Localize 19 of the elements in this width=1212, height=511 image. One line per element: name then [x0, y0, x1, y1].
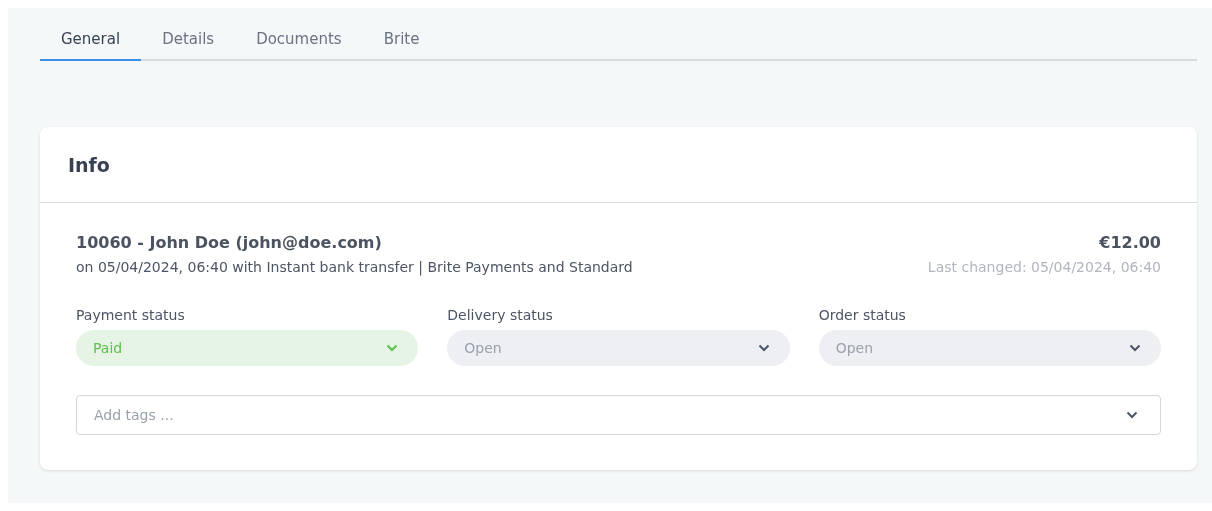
status-dropdown[interactable]: Open — [818, 330, 1161, 366]
card-title: Info — [68, 153, 110, 176]
field-label: Delivery status — [447, 307, 554, 323]
tab[interactable]: General — [40, 26, 142, 61]
chevron-down-icon — [386, 344, 399, 352]
tags-field[interactable]: Add tags ... — [76, 395, 1161, 435]
order-amount: €12.00 — [1098, 233, 1161, 252]
chevron-down-icon — [757, 344, 770, 352]
field-label: Payment status — [76, 307, 186, 323]
last-changed-text: Last changed: 05/04/2024, 06:40 — [927, 259, 1161, 275]
order-title: 10060 - John Doe (john@doe.com) — [76, 233, 383, 252]
status-dropdown[interactable]: Open — [447, 330, 790, 366]
tab[interactable]: Details — [141, 26, 236, 61]
order-subtitle: on 05/04/2024, 06:40 with Instant bank transfer | Brite Payments and Standard — [76, 259, 633, 275]
tab[interactable]: Brite — [362, 26, 441, 61]
tab[interactable]: Documents — [235, 26, 363, 61]
field-label: Order status — [818, 307, 907, 323]
chevron-down-icon — [1126, 411, 1138, 419]
chevron-down-icon — [1129, 344, 1141, 352]
